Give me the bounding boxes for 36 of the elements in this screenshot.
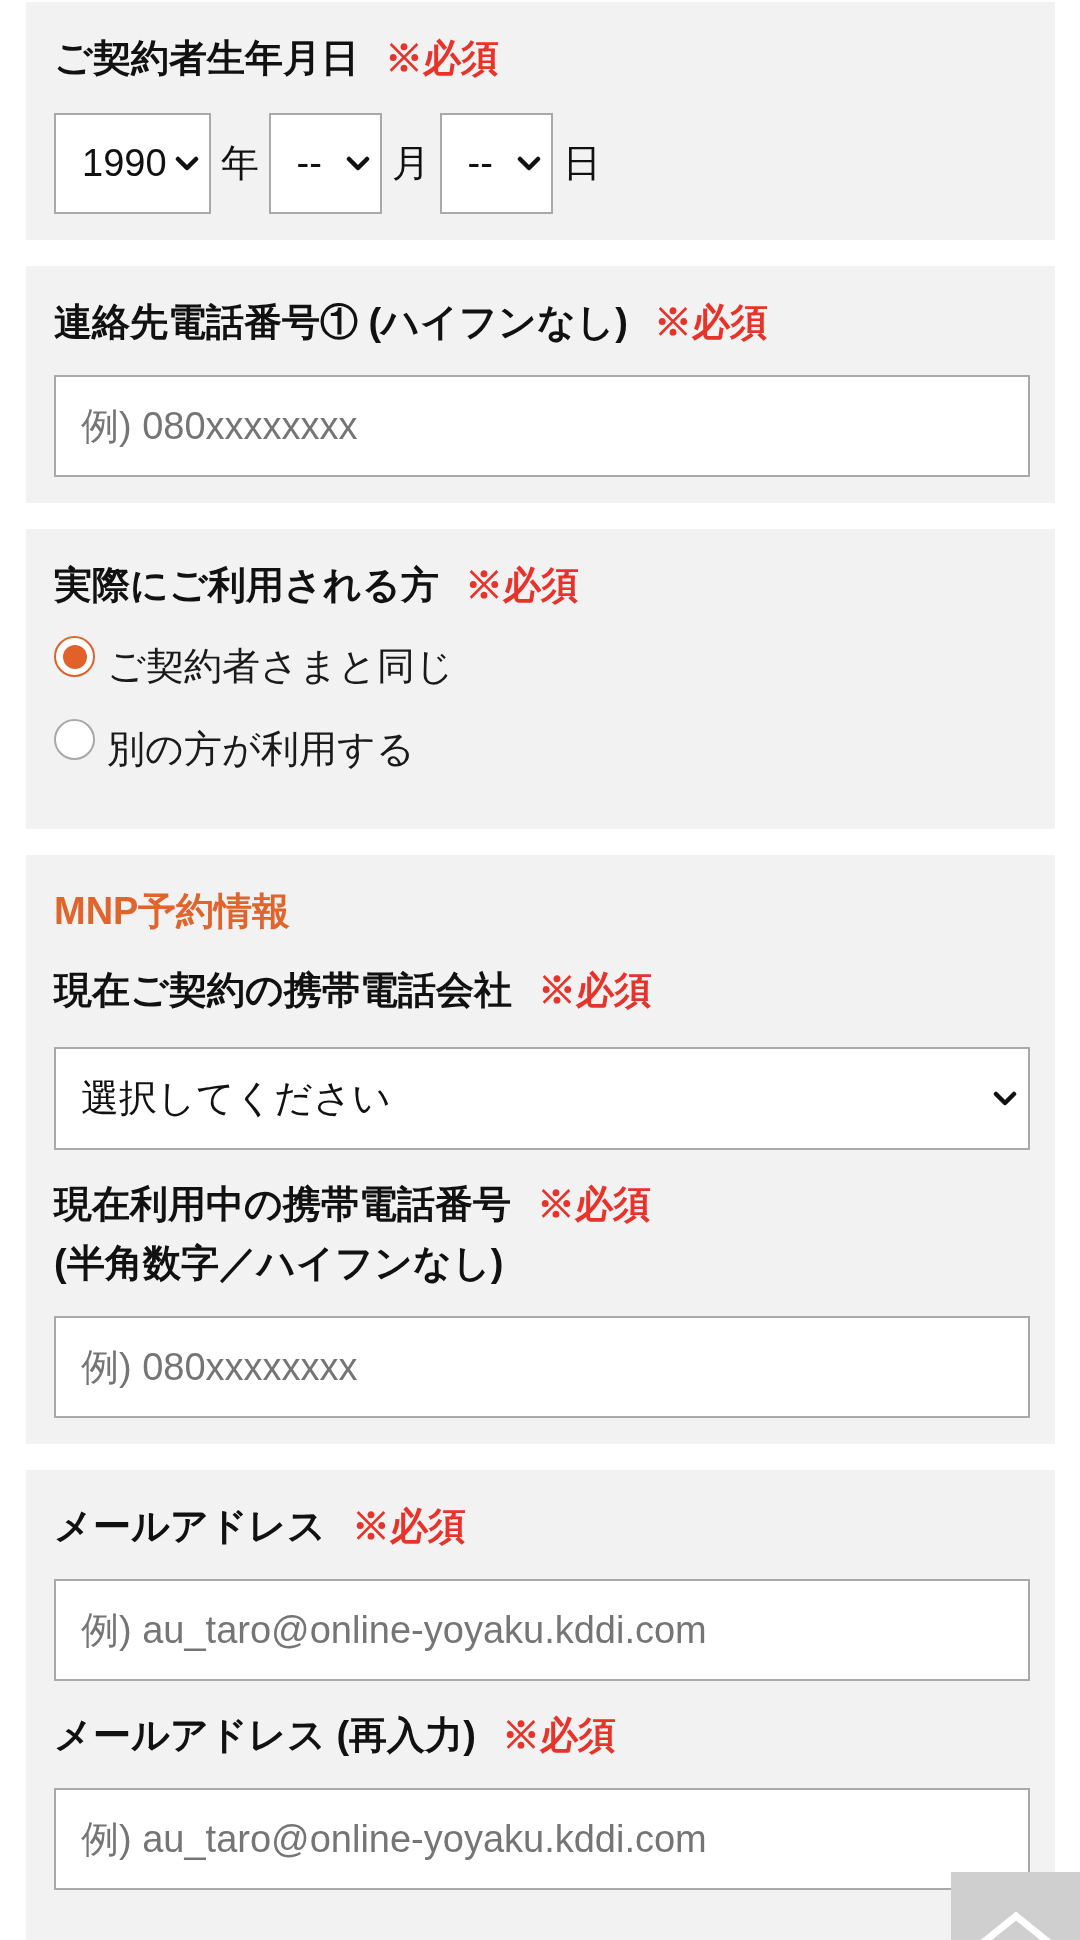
- input-field[interactable]: 例) 080xxxxxxxx: [54, 375, 1030, 477]
- section-heading: MNP予約情報: [54, 889, 292, 934]
- radio-button[interactable]: [54, 636, 95, 677]
- date-unit-label: 年: [220, 141, 259, 186]
- radio-label: 別の方が利用する: [107, 727, 415, 772]
- field-label: メールアドレス: [54, 1504, 326, 1549]
- field-label: 現在ご契約の携帯電話会社: [54, 968, 512, 1013]
- required-label: ※必須: [352, 1504, 466, 1549]
- radio-label: ご契約者さまと同じ: [107, 644, 454, 689]
- field-label: ご契約者生年月日: [54, 36, 359, 81]
- dropdown-select[interactable]: --: [439, 113, 553, 214]
- chevron-down-icon: [993, 1091, 1017, 1106]
- scroll-to-top-button[interactable]: [951, 1872, 1080, 1940]
- chevron-down-icon: [516, 156, 541, 171]
- field-note: (半角数字／ハイフンなし): [54, 1241, 505, 1286]
- required-label: ※必須: [501, 1713, 616, 1758]
- radio-button[interactable]: [54, 719, 95, 760]
- field-label: 現在利用中の携帯電話番号: [54, 1182, 511, 1227]
- required-label: ※必須: [538, 968, 652, 1013]
- dropdown-select[interactable]: 1990: [54, 113, 211, 214]
- field-label: 実際にご利用される方: [54, 563, 439, 608]
- chevron-down-icon: [345, 156, 370, 171]
- chevron-down-icon: [174, 156, 199, 171]
- input-field[interactable]: 例) 080xxxxxxxx: [54, 1316, 1030, 1418]
- required-label: ※必須: [465, 563, 579, 608]
- dropdown-select[interactable]: --: [268, 113, 382, 214]
- required-label: ※必須: [537, 1182, 651, 1227]
- dropdown-select[interactable]: 選択してください: [54, 1047, 1030, 1150]
- input-field[interactable]: 例) au_taro@online-yoyaku.kddi.com: [54, 1788, 1030, 1890]
- date-unit-label: 日: [562, 141, 601, 186]
- field-label: メールアドレス (再入力): [54, 1713, 476, 1758]
- input-field[interactable]: 例) au_taro@online-yoyaku.kddi.com: [54, 1579, 1030, 1681]
- required-label: ※必須: [385, 36, 499, 81]
- field-label: 連絡先電話番号① (ハイフンなし): [54, 300, 628, 345]
- required-label: ※必須: [653, 300, 768, 345]
- date-unit-label: 月: [391, 141, 430, 186]
